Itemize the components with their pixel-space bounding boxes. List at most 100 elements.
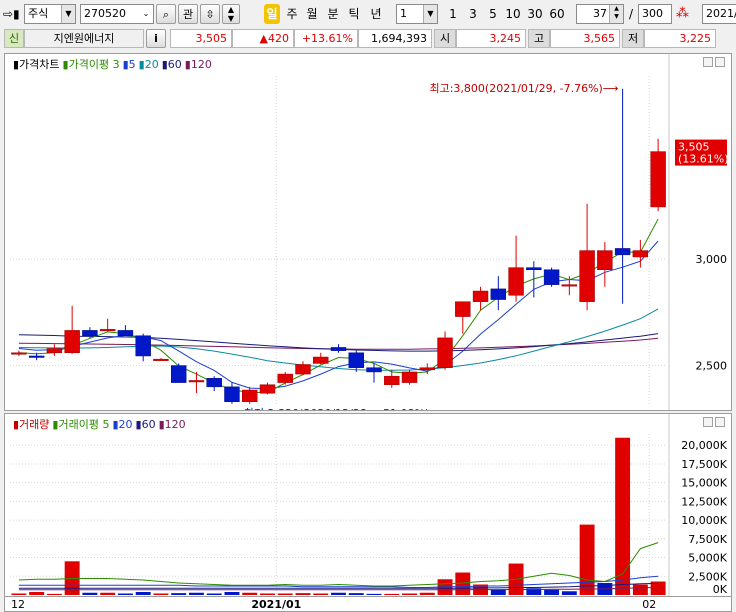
scroll-icon: ⇳ xyxy=(205,8,215,21)
volume-bar xyxy=(82,592,98,595)
volume-bar xyxy=(331,592,346,595)
candle-body xyxy=(313,356,329,364)
quick-interval-3[interactable]: 3 xyxy=(466,4,480,24)
volume-bar xyxy=(295,593,311,595)
quote-bar: 신 지엔원에너지 i 3,505 ▲420 +13.61% 1,694,393 … xyxy=(0,28,736,50)
quick-interval-30[interactable]: 30 xyxy=(526,4,544,24)
candle-body xyxy=(242,389,258,402)
candle-body xyxy=(526,267,542,270)
volume-chart[interactable]: 20,000K 17,500K 15,000K 12,500K 10,000K 7,500… xyxy=(5,414,731,596)
x-tick-label: 2021/01 xyxy=(251,598,301,611)
period-tab-week[interactable]: 주 xyxy=(284,4,300,24)
period-tab-tick[interactable]: 틱 xyxy=(346,4,362,24)
quick-interval-60[interactable]: 60 xyxy=(548,4,566,24)
candle-body xyxy=(64,330,80,354)
volume-bar xyxy=(313,593,329,595)
volume-bar xyxy=(46,593,62,595)
candle-body xyxy=(259,384,276,394)
candle-body xyxy=(99,329,116,332)
volume-bar xyxy=(402,593,417,595)
stepper-updown[interactable]: ▲ ▼ xyxy=(222,4,240,24)
candle-body xyxy=(579,250,595,302)
volume-tick-label: 10,000K xyxy=(681,514,727,527)
volume-tick-label: 2,500K xyxy=(688,570,727,583)
price-chart-panel[interactable]: ▮가격차트 ▮가격이평 3 ▮5 ▮20 ▮60 ▮120 3,000 2,500 3,505… xyxy=(4,53,732,411)
volume-bar xyxy=(561,591,577,595)
volume-bar xyxy=(171,593,187,595)
candle-body xyxy=(11,352,27,355)
date-input[interactable]: 2021/ xyxy=(702,4,736,24)
period-tab-day[interactable]: 일 xyxy=(264,4,280,24)
search-button[interactable]: ⌕ xyxy=(156,4,176,24)
chevron-down-icon[interactable]: ▼ xyxy=(423,5,437,23)
high-label: 고 xyxy=(528,29,550,48)
max-price-annotation: 최고:3,800(2021/01/29, -7.76%)⟶ xyxy=(429,82,618,95)
candle-body xyxy=(188,380,205,383)
volume-tick-label: 0K xyxy=(713,583,728,596)
candle-body xyxy=(117,330,134,336)
candle-body xyxy=(490,288,507,300)
volume-bar xyxy=(100,592,116,595)
candle-body xyxy=(82,330,98,336)
period-tab-minute[interactable]: 분 xyxy=(325,4,341,24)
x-axis: 12 2021/01 02 xyxy=(4,597,732,612)
low-price: 3,225 xyxy=(644,29,716,48)
candle-body xyxy=(437,337,453,368)
price-change: ▲420 xyxy=(232,29,294,48)
price-tick-label: 2,500 xyxy=(696,360,728,373)
volume-bar xyxy=(206,593,222,595)
candle-body xyxy=(561,284,578,287)
volume-bar xyxy=(615,437,631,595)
candle-body xyxy=(419,367,435,371)
candle-body xyxy=(472,290,489,302)
volume-tick-label: 20,000K xyxy=(681,439,727,452)
info-button[interactable]: i xyxy=(146,29,166,48)
quick-interval-10[interactable]: 10 xyxy=(504,4,522,24)
date-value: 2021/ xyxy=(706,7,736,20)
menu-arrow-icon[interactable]: ⇨▮ xyxy=(3,6,23,22)
market-select[interactable]: 주식 ▼ xyxy=(24,4,76,24)
stepper-arrows-icon[interactable]: ▲ ▼ xyxy=(609,5,623,23)
count-stepper[interactable]: 37 ▲ ▼ xyxy=(576,4,624,24)
open-label: 시 xyxy=(434,29,456,48)
favorite-button[interactable]: 관 xyxy=(178,4,198,24)
volume-bar xyxy=(260,593,275,595)
scroll-icon-button[interactable]: ⇳ xyxy=(200,4,220,24)
quick-interval-5[interactable]: 5 xyxy=(486,4,500,24)
ma5-line xyxy=(18,240,659,390)
volume-bar xyxy=(224,592,240,595)
volume-chart-panel[interactable]: ▮거래량 ▮거래이평 5 ▮20 ▮60 ▮120 20,000K 17,500K 15,0… xyxy=(4,413,732,597)
interval-value: 1 xyxy=(400,7,407,20)
chevron-down-icon[interactable]: ⌄ xyxy=(139,5,153,23)
count-separator: / xyxy=(628,7,634,21)
min-price-annotation: ⟵최저:2,320(2020/12/28, +51.08%) xyxy=(228,407,429,410)
current-pct-label: (13.61%) xyxy=(678,153,729,166)
total-count-input[interactable]: 300 xyxy=(638,4,672,24)
open-price: 3,245 xyxy=(456,29,526,48)
x-tick-label: 12 xyxy=(11,598,25,611)
candle-body xyxy=(508,267,524,296)
candle-body xyxy=(277,373,293,383)
chevron-down-icon[interactable]: ▼ xyxy=(61,5,75,23)
current-price: 3,505 xyxy=(170,29,232,48)
x-tick-label: 02 xyxy=(642,598,656,611)
settings-grid-icon[interactable]: ⁂ xyxy=(676,6,694,22)
volume-bar xyxy=(11,593,27,595)
price-chart[interactable]: 3,0002,5003,505(13.61%)최고:3,800(2021/01/… xyxy=(5,54,731,410)
candle-body xyxy=(650,151,666,208)
candle-body xyxy=(330,347,347,351)
toolbar: ⇨▮ 주식 ▼ 270520 ⌄ ⌕ 관 ⇳ ▲ ▼ 일 주 월 분 틱 년 1 … xyxy=(0,0,736,28)
volume-bar xyxy=(366,593,382,595)
volume-tick-label: 7,500K xyxy=(688,533,727,546)
stock-code-input[interactable]: 270520 ⌄ xyxy=(80,4,154,24)
volume-bar xyxy=(348,593,364,595)
volume-bar xyxy=(579,524,595,595)
candle-body xyxy=(455,301,471,317)
volume-tick-label: 15,000K xyxy=(681,477,727,490)
stock-code-value: 270520 xyxy=(84,7,126,20)
period-tab-year[interactable]: 년 xyxy=(368,4,384,24)
period-tab-month[interactable]: 월 xyxy=(304,4,320,24)
interval-select[interactable]: 1 ▼ xyxy=(396,4,438,24)
quick-interval-1[interactable]: 1 xyxy=(446,4,460,24)
candle-body xyxy=(224,386,240,402)
